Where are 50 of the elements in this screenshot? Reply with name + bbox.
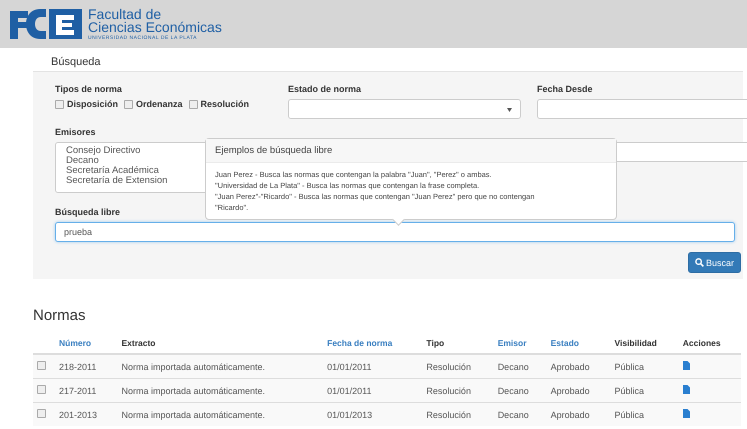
- table-cell: 01/01/2011: [323, 354, 422, 378]
- table-cell: 218-2011: [55, 354, 118, 378]
- table-cell: 217-2011: [55, 378, 118, 402]
- table-cell: Aprobado: [546, 354, 610, 378]
- logo-title: Ciencias Económicas: [88, 20, 222, 34]
- checkbox[interactable]: [124, 100, 134, 108]
- table-cell: 01/01/2011: [323, 378, 422, 402]
- field-label: Emisores: [55, 127, 96, 138]
- row-checkbox[interactable]: [37, 409, 46, 418]
- checkbox-label: Resolución: [200, 99, 250, 109]
- search-icon: [694, 258, 704, 267]
- document-icon[interactable]: [682, 385, 690, 394]
- field-label: Estado de norma: [288, 84, 362, 95]
- table-cell: 01/01/2013: [323, 402, 422, 426]
- table-cell: Resolución: [422, 402, 494, 426]
- section-title: Búsqueda: [51, 55, 102, 69]
- date-field[interactable]: [537, 99, 747, 119]
- table-cell: Norma importada automáticamente.: [117, 354, 324, 378]
- table-cell: Resolución: [422, 378, 494, 402]
- table-cell: Pública: [610, 378, 679, 402]
- status-select[interactable]: [288, 99, 521, 119]
- table-cell: Pública: [610, 354, 679, 378]
- table-cell: Decano: [494, 354, 547, 378]
- checkbox-label: Ordenanza: [136, 99, 183, 109]
- search-button[interactable]: Buscar: [688, 252, 741, 273]
- table-cell: Aprobado: [546, 378, 610, 402]
- field-label: Fecha Desde: [537, 84, 593, 95]
- row-checkbox[interactable]: [37, 385, 46, 394]
- table-cell: Decano: [494, 402, 547, 426]
- row-checkbox[interactable]: [37, 361, 46, 370]
- logo-title: Facultad de: [88, 8, 162, 20]
- table-cell: Decano: [494, 378, 547, 402]
- document-icon[interactable]: [682, 361, 690, 370]
- table-cell: 201-2013: [55, 402, 118, 426]
- table-cell: Norma importada automáticamente.: [117, 402, 324, 426]
- table-cell: Norma importada automáticamente.: [117, 378, 324, 402]
- table-cell: Resolución: [422, 354, 494, 378]
- table-cell: Pública: [610, 402, 679, 426]
- checkbox-label: Disposición: [67, 99, 118, 109]
- checkbox[interactable]: [188, 100, 198, 108]
- field-label: Búsqueda libre: [55, 207, 120, 218]
- caret-icon: [507, 108, 512, 112]
- document-icon[interactable]: [682, 409, 690, 418]
- table-cell: Aprobado: [546, 402, 610, 426]
- popover-title: Ejemplos de búsqueda libre: [206, 139, 616, 163]
- logo-icon: [10, 7, 82, 41]
- section-title: Normas: [33, 307, 87, 325]
- search-field[interactable]: prueba: [55, 222, 735, 242]
- field-label: Tipos de norma: [55, 84, 122, 95]
- checkbox[interactable]: [55, 100, 64, 108]
